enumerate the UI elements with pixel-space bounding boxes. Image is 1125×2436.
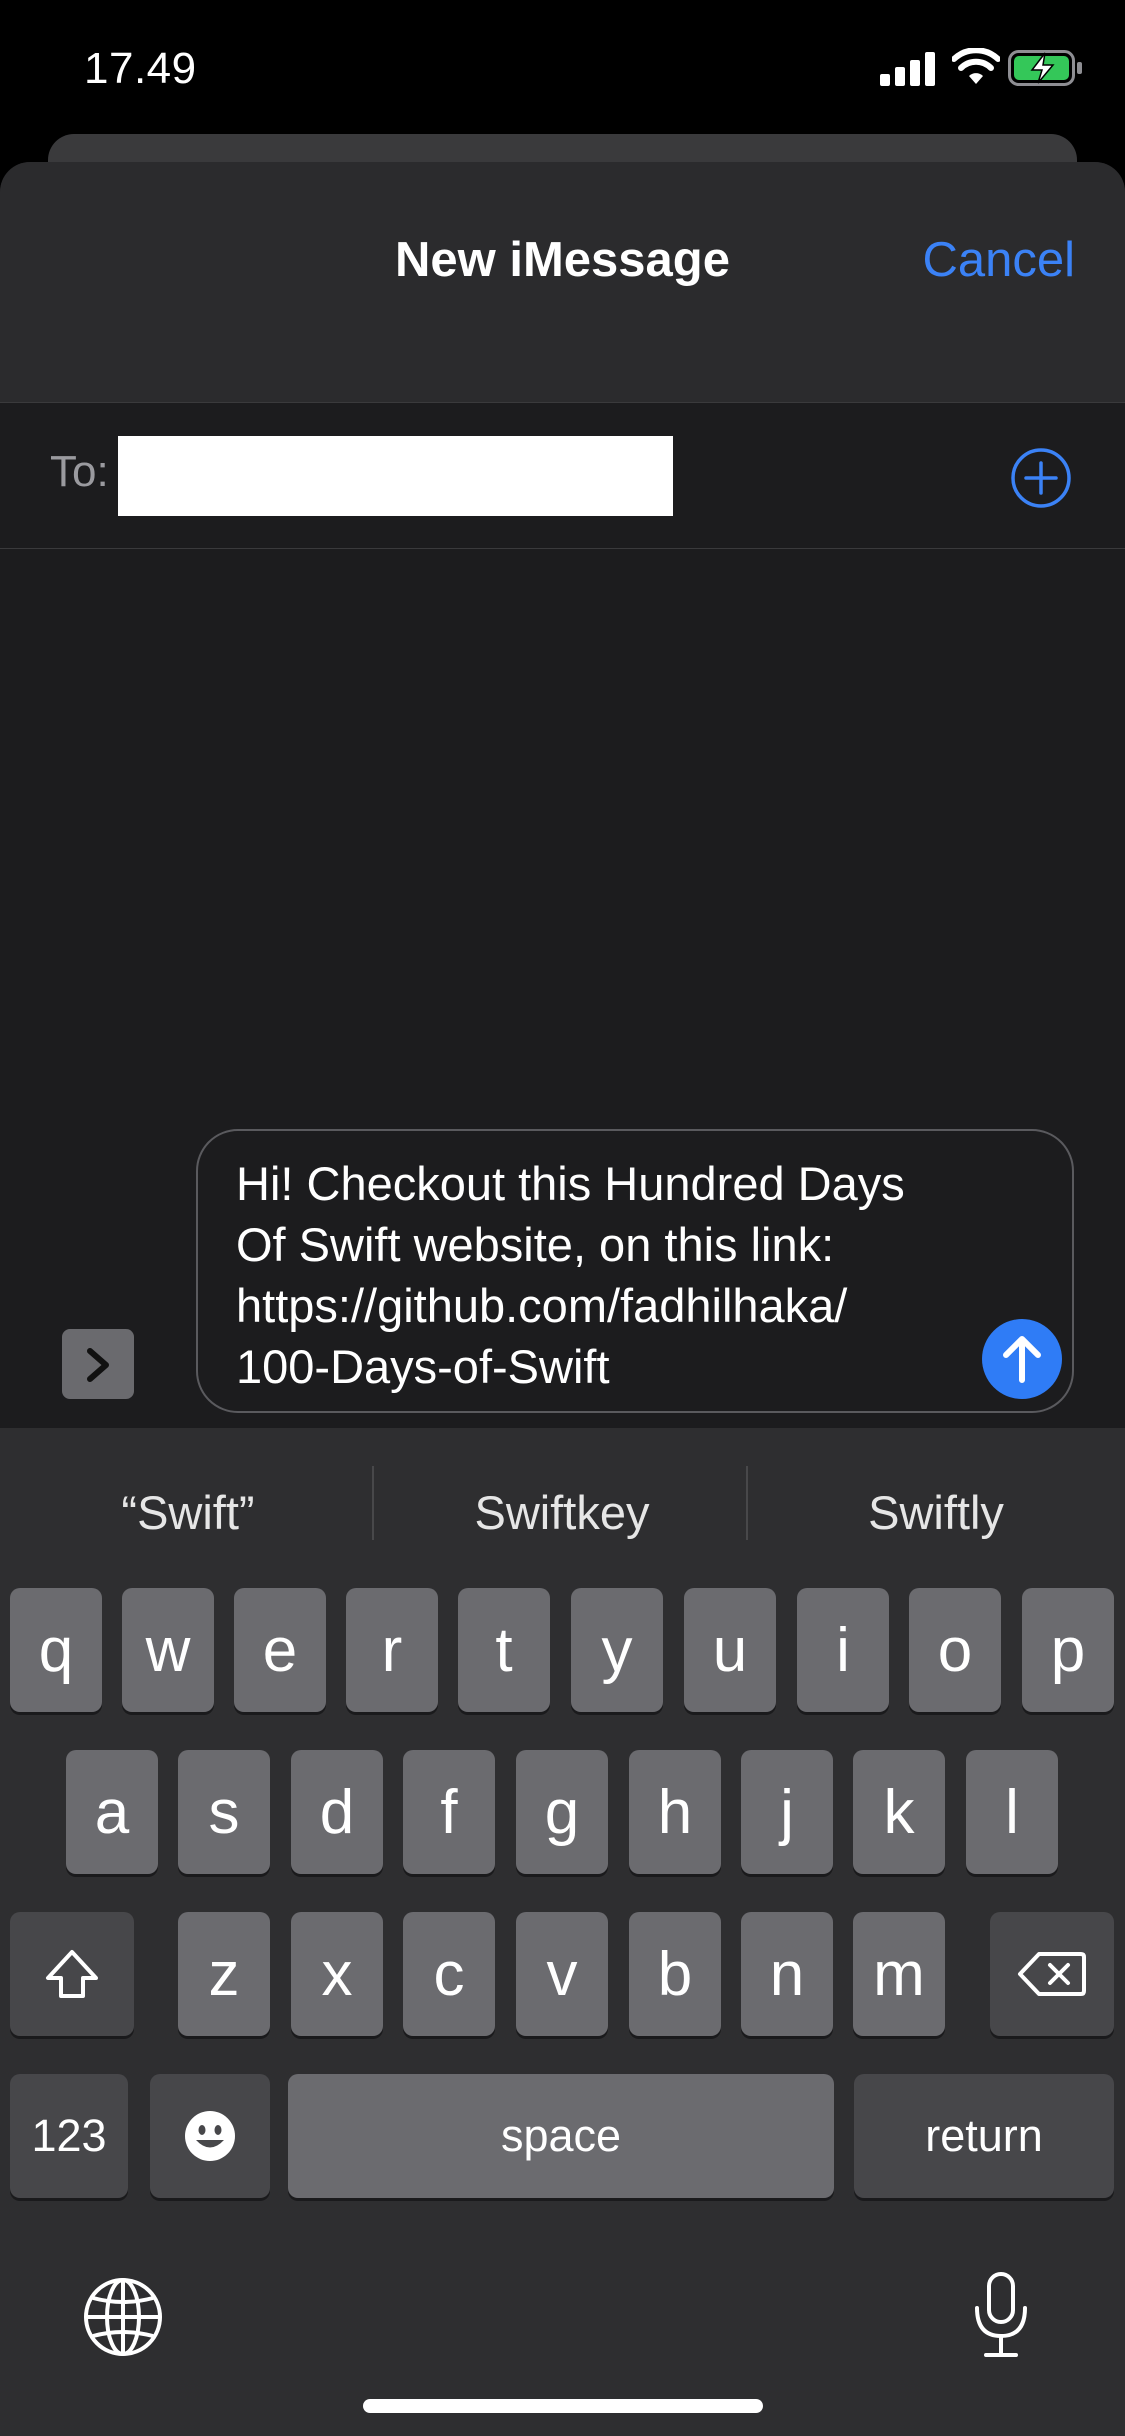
return-key[interactable]: return [854,2074,1114,2198]
suggestion-2[interactable]: Swiftkey [382,1485,742,1540]
key-label: x [321,1939,353,2009]
key-label: a [94,1777,130,1847]
key-label: o [937,1615,973,1685]
globe-icon[interactable] [82,2276,164,2358]
key-label: b [657,1939,693,2009]
arrow-up-icon [1003,1336,1041,1383]
key-n[interactable]: n [741,1912,833,2036]
key-label: d [319,1777,355,1847]
backspace-icon [1018,1952,1086,1996]
suggestion-1[interactable]: “Swift” [8,1485,368,1540]
key-g[interactable]: g [516,1750,608,1874]
key-e[interactable]: e [234,1588,326,1712]
key-f[interactable]: f [403,1750,495,1874]
key-label: return [925,2110,1043,2161]
apps-toggle-button[interactable] [62,1329,134,1399]
key-a[interactable]: a [66,1750,158,1874]
wifi-icon [952,48,1000,84]
key-label: space [500,2110,622,2161]
key-label: k [883,1777,915,1847]
key-label: r [381,1615,403,1685]
key-label: e [262,1615,298,1685]
navigation-bar: New iMessage Cancel [0,162,1125,402]
key-label: w [145,1615,191,1685]
key-label: c [433,1939,465,2009]
suggestion-3[interactable]: Swiftly [756,1485,1116,1540]
home-indicator[interactable] [363,2399,763,2413]
key-w[interactable]: w [122,1588,214,1712]
key-label: h [657,1777,693,1847]
key-q[interactable]: q [10,1588,102,1712]
key-c[interactable]: c [403,1912,495,2036]
key-label: s [208,1777,240,1847]
key-label: u [712,1615,748,1685]
space-key[interactable]: space [288,2074,834,2198]
key-label: j [780,1777,794,1847]
key-k[interactable]: k [853,1750,945,1874]
key-h[interactable]: h [629,1750,721,1874]
chevron-right-icon [87,1348,109,1382]
key-label: f [440,1777,458,1847]
shift-icon [46,1950,98,1998]
emoji-key[interactable] [150,2074,270,2198]
key-z[interactable]: z [178,1912,270,2036]
numbers-key[interactable]: 123 [10,2074,128,2198]
keyboard: “Swift” Swiftkey Swiftly q w e r t y u i… [0,1428,1125,2436]
key-label: 123 [31,2110,107,2161]
key-label: v [546,1939,578,2009]
key-label: i [836,1615,850,1685]
key-p[interactable]: p [1022,1588,1114,1712]
key-d[interactable]: d [291,1750,383,1874]
suggestion-divider [746,1466,748,1540]
key-m[interactable]: m [853,1912,945,2036]
message-text[interactable]: Hi! Checkout this Hundred Days Of Swift … [236,1153,976,1397]
cancel-button[interactable]: Cancel [922,232,1075,288]
key-label: q [38,1615,74,1685]
key-l[interactable]: l [966,1750,1058,1874]
key-label: m [873,1939,925,2009]
plus-circle-icon[interactable] [1010,447,1072,509]
shift-key[interactable] [10,1912,134,2036]
key-s[interactable]: s [178,1750,270,1874]
to-label: To: [50,447,109,496]
recipient-field[interactable] [118,436,673,516]
status-time: 17.49 [84,44,197,93]
key-r[interactable]: r [346,1588,438,1712]
emoji-icon [185,2111,235,2161]
key-b[interactable]: b [629,1912,721,2036]
key-label: n [769,1939,805,2009]
key-u[interactable]: u [684,1588,776,1712]
key-label: l [1005,1777,1019,1847]
send-button[interactable] [982,1319,1062,1399]
key-t[interactable]: t [458,1588,550,1712]
key-label: g [544,1777,580,1847]
key-x[interactable]: x [291,1912,383,2036]
microphone-icon[interactable] [970,2270,1032,2360]
recipient-row: To: [0,402,1125,549]
delete-key[interactable] [990,1912,1114,2036]
key-label: y [601,1615,633,1685]
key-y[interactable]: y [571,1588,663,1712]
key-o[interactable]: o [909,1588,1001,1712]
cellular-signal-icon [880,52,935,86]
key-i[interactable]: i [797,1588,889,1712]
message-input[interactable]: Hi! Checkout this Hundred Days Of Swift … [196,1129,1074,1413]
key-j[interactable]: j [741,1750,833,1874]
battery-charging-icon [1008,50,1082,86]
key-label: z [208,1939,240,2009]
key-label: p [1050,1615,1086,1685]
key-label: t [495,1615,513,1685]
suggestion-divider [372,1466,374,1540]
key-v[interactable]: v [516,1912,608,2036]
